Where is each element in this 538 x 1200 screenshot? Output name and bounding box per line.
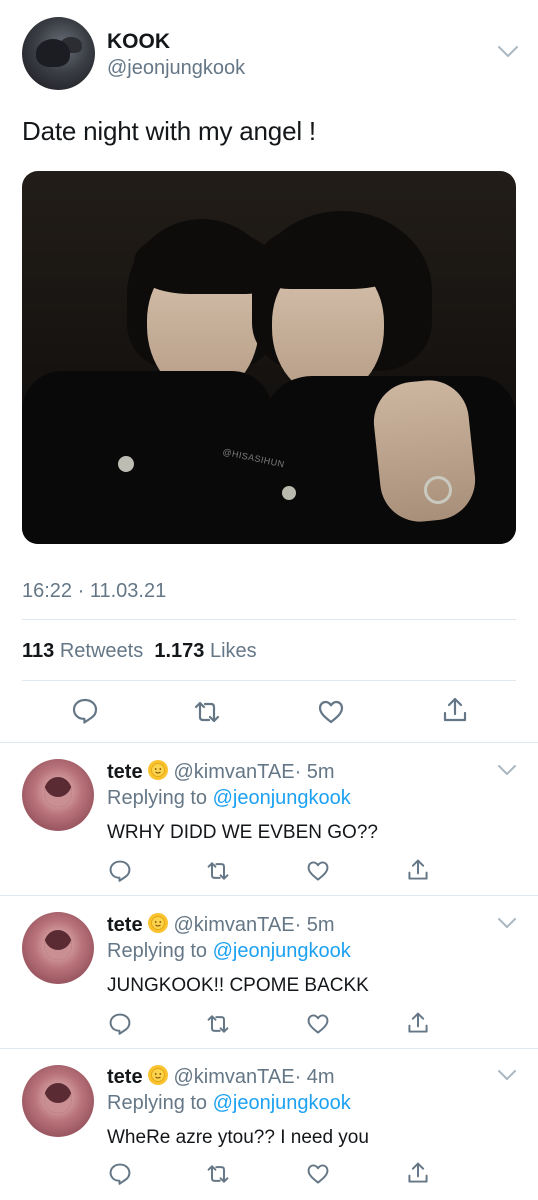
retweets-count[interactable]: 113 (22, 640, 54, 662)
reply-time[interactable]: · 5m (295, 914, 335, 936)
reply-text: WheRe azre ytou?? I need you (107, 1127, 369, 1148)
reply-avatar[interactable] (22, 759, 94, 831)
sun-emoji-icon (148, 1065, 169, 1085)
reply-avatar[interactable] (22, 912, 94, 984)
reply-icon[interactable] (108, 1162, 132, 1186)
retweet-icon[interactable] (206, 1012, 230, 1036)
reply-time[interactable]: · 4m (295, 1066, 335, 1088)
retweet-icon[interactable] (193, 698, 221, 726)
share-icon[interactable] (441, 696, 469, 724)
reply-author-name[interactable]: tete (107, 761, 143, 783)
replying-to-prefix: Replying to (107, 787, 208, 809)
reply-author-handle[interactable]: @kimvanTAE (173, 914, 294, 936)
reply-time[interactable]: · 5m (295, 761, 335, 783)
tweet-stats: 113 Retweets 1.173 Likes (22, 640, 257, 663)
replying-to-link[interactable]: @jeonjungkook (213, 940, 351, 962)
replying-to-link[interactable]: @jeonjungkook (213, 1092, 351, 1114)
reply-item[interactable]: tete @kimvanTAE· 5m Replying to @jeonjun… (0, 896, 538, 1048)
author-handle[interactable]: @jeonjungkook (107, 57, 245, 80)
reply-header: tete @kimvanTAE· 5m (107, 912, 335, 937)
replying-to-line: Replying to @jeonjungkook (107, 1092, 351, 1115)
divider (22, 619, 516, 620)
tweet-text: Date night with my angel ! (22, 116, 316, 146)
replying-to-prefix: Replying to (107, 940, 208, 962)
reply-header: tete @kimvanTAE· 5m (107, 759, 335, 784)
replying-to-line: Replying to @jeonjungkook (107, 940, 351, 963)
reply-author-name[interactable]: tete (107, 914, 143, 936)
retweet-icon[interactable] (206, 859, 230, 883)
reply-author-handle[interactable]: @kimvanTAE (173, 1066, 294, 1088)
heart-icon[interactable] (306, 859, 330, 883)
tweet-photo[interactable]: @HISASIHUN (22, 171, 516, 544)
share-icon[interactable] (406, 1011, 430, 1035)
reply-text: WRHY DIDD WE EVBEN GO?? (107, 822, 378, 843)
author-name[interactable]: KOOK (107, 30, 170, 54)
retweets-label[interactable]: Retweets (60, 640, 143, 662)
reply-icon[interactable] (108, 1012, 132, 1036)
reply-item[interactable]: tete @kimvanTAE· 5m Replying to @jeonjun… (0, 743, 538, 895)
reply-item[interactable]: tete @kimvanTAE· 4m Replying to @jeonjun… (0, 1049, 538, 1200)
chevron-down-icon[interactable] (497, 45, 519, 59)
share-icon[interactable] (406, 858, 430, 882)
tweet-timestamp[interactable]: 16:22 · 11.03.21 (22, 580, 166, 603)
heart-icon[interactable] (306, 1162, 330, 1186)
reply-text: JUNGKOOK!! CPOME BACKK (107, 975, 369, 996)
reply-icon[interactable] (71, 697, 99, 725)
retweet-icon[interactable] (206, 1162, 230, 1186)
likes-count[interactable]: 1.173 (154, 640, 204, 662)
author-avatar[interactable] (22, 17, 95, 90)
replying-to-line: Replying to @jeonjungkook (107, 787, 351, 810)
heart-icon[interactable] (306, 1012, 330, 1036)
reply-author-name[interactable]: tete (107, 1066, 143, 1088)
chevron-down-icon[interactable] (497, 1069, 517, 1082)
reply-author-handle[interactable]: @kimvanTAE (173, 761, 294, 783)
chevron-down-icon[interactable] (497, 764, 517, 777)
heart-icon[interactable] (317, 698, 345, 726)
divider (22, 680, 516, 681)
share-icon[interactable] (406, 1161, 430, 1185)
reply-icon[interactable] (108, 859, 132, 883)
replying-to-link[interactable]: @jeonjungkook (213, 787, 351, 809)
likes-label[interactable]: Likes (210, 640, 257, 662)
replying-to-prefix: Replying to (107, 1092, 208, 1114)
sun-emoji-icon (148, 913, 169, 933)
sun-emoji-icon (148, 760, 169, 780)
chevron-down-icon[interactable] (497, 917, 517, 930)
reply-header: tete @kimvanTAE· 4m (107, 1064, 335, 1089)
reply-avatar[interactable] (22, 1065, 94, 1137)
